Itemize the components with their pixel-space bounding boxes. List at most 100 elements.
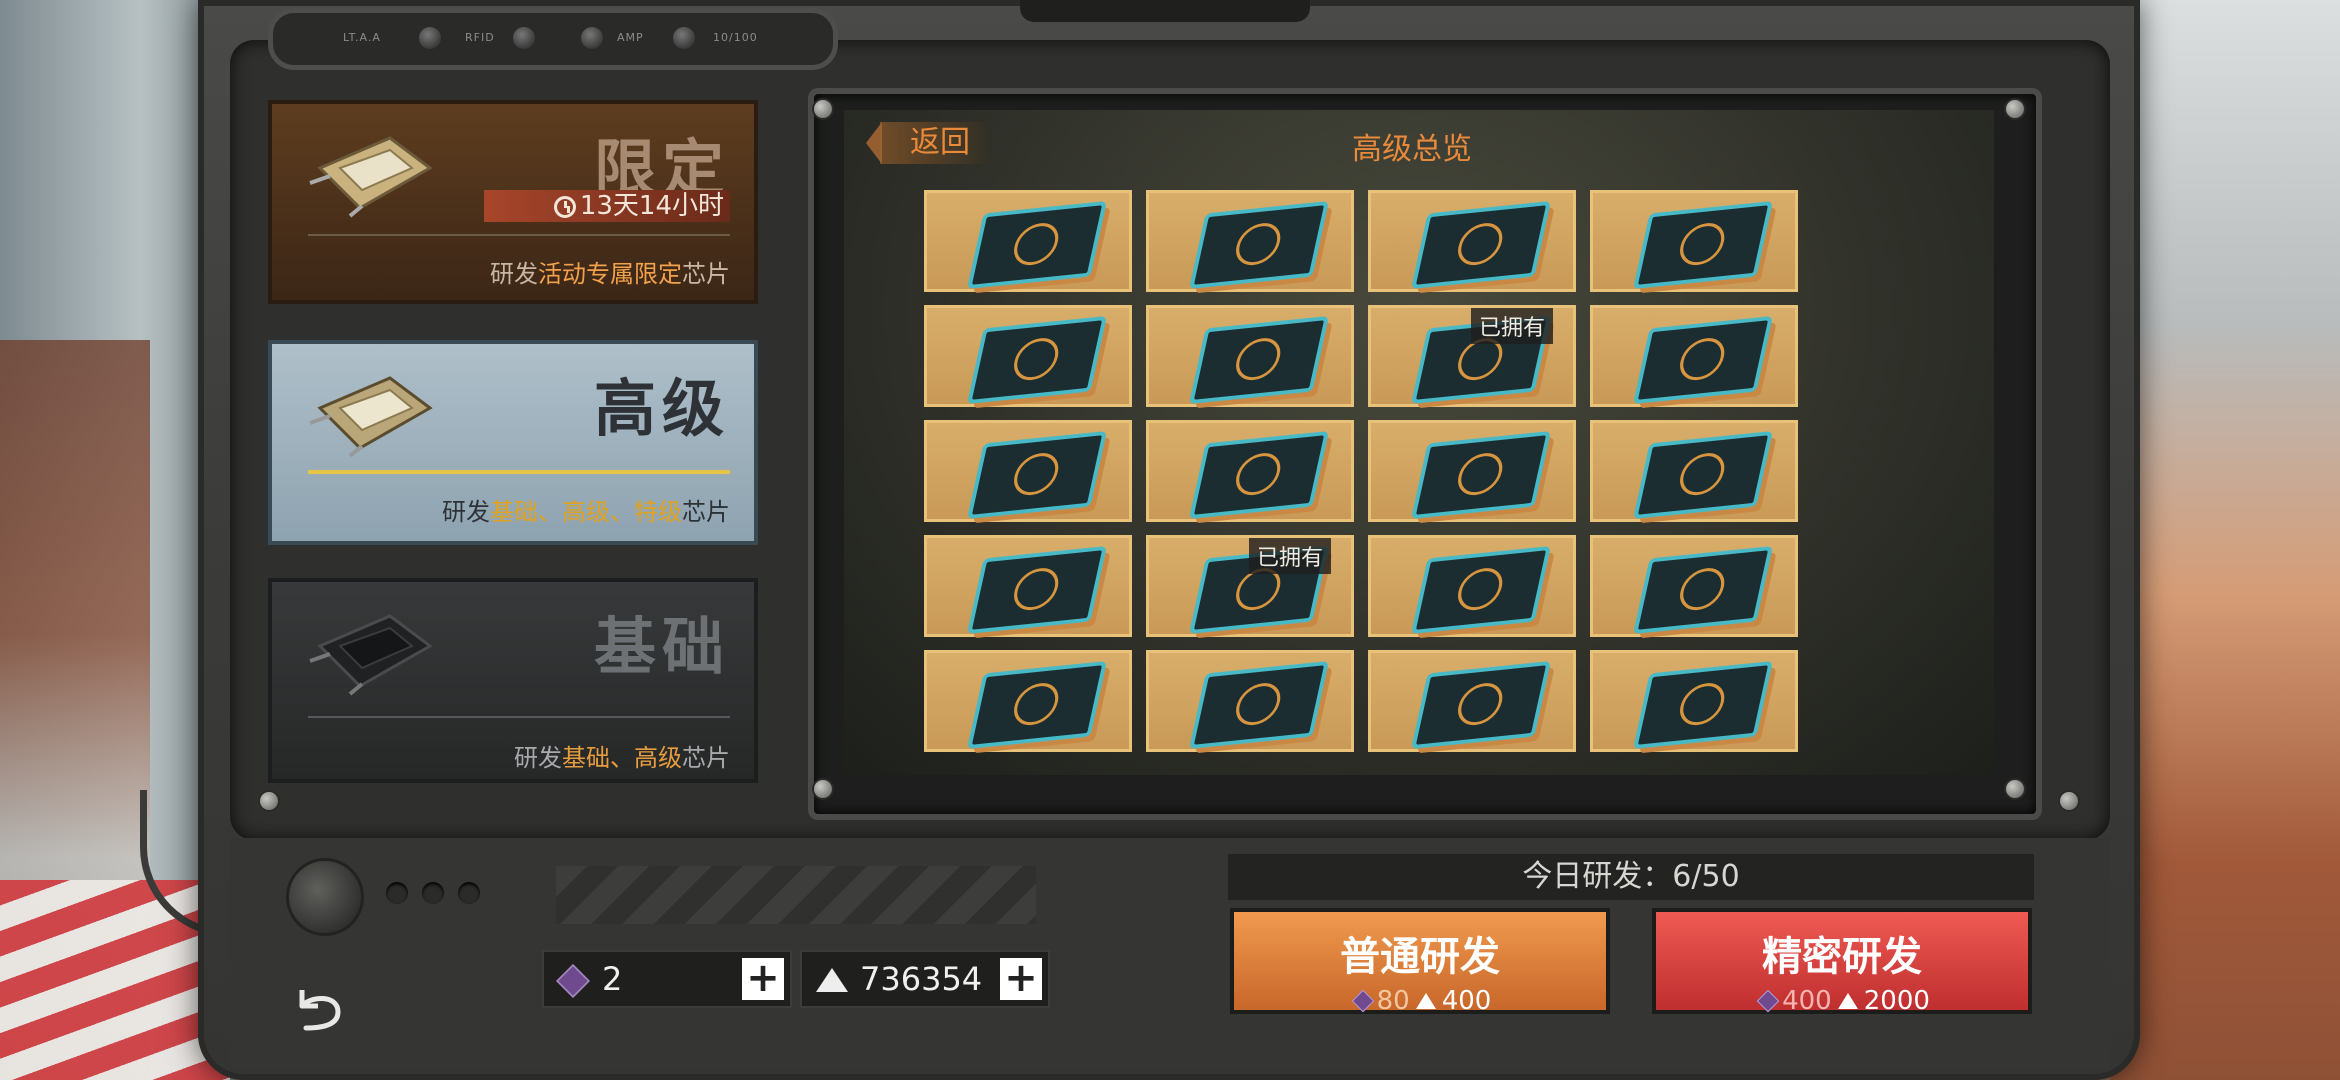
divider [308, 716, 730, 718]
add-gems-button[interactable]: + [742, 958, 784, 1000]
divider [308, 470, 730, 474]
screw [2058, 790, 2080, 812]
screw [812, 98, 834, 120]
chip-icon [1632, 430, 1774, 520]
daily-research-counter: 今日研发：6/50 [1228, 854, 2034, 900]
category-card-advanced[interactable]: 高级 研发基础、高级、特级芯片 [268, 340, 758, 545]
category-description: 研发活动专属限定芯片 [490, 254, 730, 289]
precise-research-button[interactable]: 精密研发 400 2000 [1652, 908, 2032, 1016]
screw [2004, 98, 2026, 120]
screw [812, 778, 834, 800]
chip-tile[interactable] [1146, 420, 1354, 522]
chip-icon [1410, 430, 1552, 520]
clock-icon [553, 196, 576, 218]
chip-tile[interactable] [1146, 650, 1354, 752]
chip-tile[interactable] [1368, 535, 1576, 637]
chip-tile[interactable] [1368, 190, 1576, 292]
metal-icon [1837, 993, 1858, 1009]
chip-tile[interactable] [924, 190, 1132, 292]
metal-icon [1415, 993, 1436, 1009]
top-notch [1020, 0, 1310, 22]
chip-tile[interactable] [924, 420, 1132, 522]
desc-prefix: 研发 [514, 744, 562, 772]
metal-resource: 736354 + [800, 950, 1050, 1008]
gem-cost: 80 [1376, 986, 1410, 1016]
chip-tile[interactable] [1368, 420, 1576, 522]
desc-prefix: 研发 [490, 260, 538, 288]
indicator-dot [422, 882, 444, 904]
action-cost: 80 400 [1234, 986, 1606, 1016]
chip-icon [1632, 200, 1774, 290]
category-title: 基础 [593, 610, 730, 683]
metal-cost: 2000 [1863, 986, 1930, 1016]
chip-icon [1410, 200, 1552, 290]
chip-tile[interactable] [1590, 420, 1798, 522]
normal-research-button[interactable]: 普通研发 80 400 [1230, 908, 1610, 1016]
topbar: LT.A.A RFID AMP 10/100 [268, 8, 838, 70]
category-card-basic[interactable]: 基础 研发基础、高级芯片 [268, 578, 758, 783]
desc-suffix: 芯片 [682, 744, 730, 772]
chip-icon [966, 200, 1108, 290]
add-metal-button[interactable]: + [1000, 958, 1042, 1000]
back-label: 返回 [910, 125, 970, 160]
chip-icon [309, 614, 433, 696]
chip-tile[interactable] [1590, 190, 1798, 292]
metal-amount: 736354 [860, 960, 983, 998]
chip-icon [1410, 660, 1552, 750]
chip-tile[interactable] [924, 535, 1132, 637]
category-card-limited[interactable]: 限定 13天14小时 研发活动专属限定芯片 [268, 100, 758, 304]
desc-highlight: 活动专属限定 [538, 260, 682, 288]
action-label: 普通研发 [1340, 934, 1500, 980]
desc-highlight: 基础、高级 [562, 744, 682, 772]
desc-highlight: 基础、高级、特级 [490, 498, 682, 526]
back-arrow-icon [866, 122, 882, 164]
category-description: 研发基础、高级、特级芯片 [442, 492, 730, 527]
chip-icon [1188, 430, 1330, 520]
timer-text: 13天14小时 [579, 191, 724, 221]
desc-prefix: 研发 [442, 498, 490, 526]
owned-badge: 已拥有 [1471, 308, 1554, 344]
gem-icon [1351, 989, 1374, 1013]
chip-tile[interactable] [1590, 305, 1798, 407]
category-title: 高级 [593, 372, 730, 445]
limited-timer: 13天14小时 [484, 190, 730, 222]
dial [286, 858, 364, 936]
indicator-dot [386, 882, 408, 904]
chip-icon [1188, 200, 1330, 290]
background-right [2110, 0, 2340, 1080]
action-label: 精密研发 [1762, 934, 1922, 980]
gem-amount: 2 [602, 960, 623, 998]
chip-icon [966, 545, 1108, 635]
chip-icon [1632, 545, 1774, 635]
chip-tile[interactable] [1590, 535, 1798, 637]
gem-cost: 400 [1782, 986, 1832, 1016]
desc-suffix: 芯片 [682, 498, 730, 526]
gem-resource: 2 + [542, 950, 792, 1008]
divider [308, 234, 730, 236]
chip-tile[interactable]: 已拥有 [1146, 535, 1354, 637]
chip-tile[interactable]: 已拥有 [1368, 305, 1576, 407]
return-arrow-icon[interactable] [290, 976, 350, 1036]
chip-icon [1188, 660, 1330, 750]
screw [258, 790, 280, 812]
screw [2004, 778, 2026, 800]
back-button[interactable]: 返回 [866, 122, 990, 164]
chip-icon [1632, 660, 1774, 750]
chip-icon [1410, 545, 1552, 635]
gem-icon [556, 964, 590, 998]
chip-icon [309, 136, 433, 218]
chip-tile[interactable] [924, 305, 1132, 407]
category-description: 研发基础、高级芯片 [514, 738, 730, 773]
knob [419, 27, 441, 49]
chip-tile[interactable] [1146, 305, 1354, 407]
indicator-dot [458, 882, 480, 904]
chip-tile[interactable] [1368, 650, 1576, 752]
chip-tile[interactable] [924, 650, 1132, 752]
chip-icon [966, 430, 1108, 520]
knob [513, 27, 535, 49]
chip-icon [966, 660, 1108, 750]
chip-tile[interactable] [1146, 190, 1354, 292]
topbar-label: RFID [465, 31, 495, 44]
topbar-label: AMP [617, 31, 644, 44]
chip-tile[interactable] [1590, 650, 1798, 752]
